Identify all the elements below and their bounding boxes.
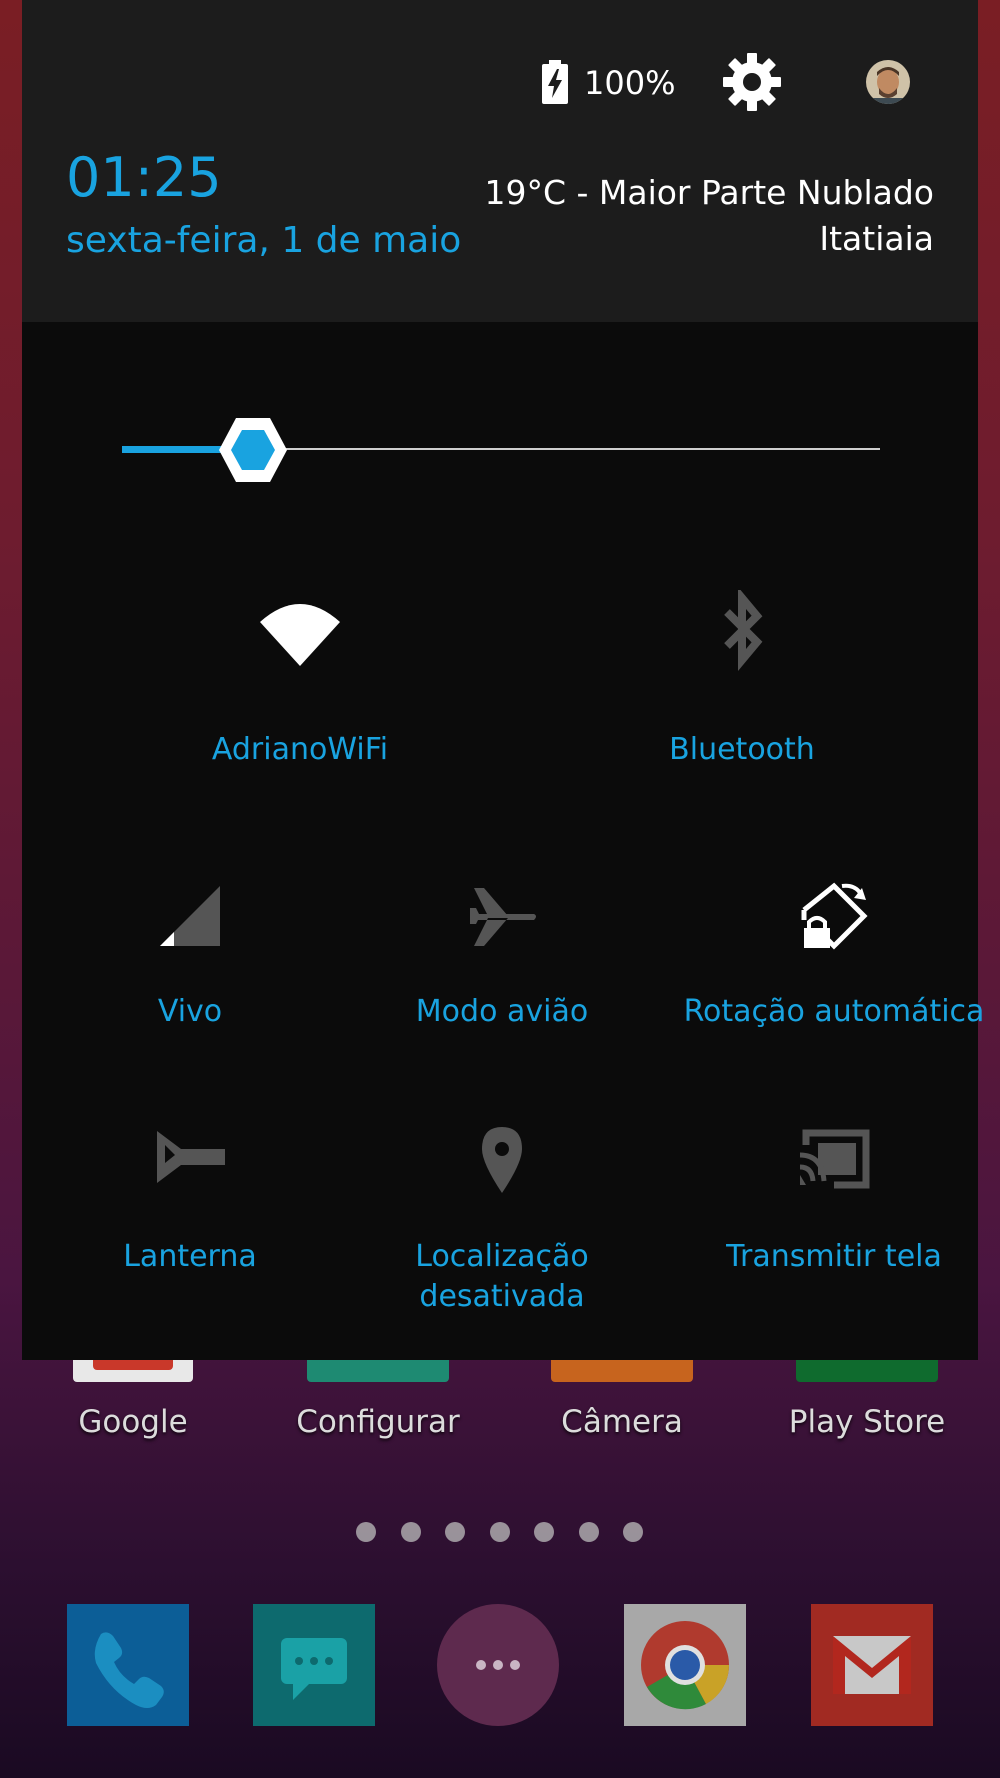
battery-percentage: 100%: [584, 64, 676, 102]
page-dot: [623, 1522, 643, 1542]
bluetooth-icon: [717, 586, 767, 674]
tile-flashlight[interactable]: Lanterna: [40, 1125, 340, 1325]
notification-shade: 100% 01:25 sexta-feira, 1 de maio 19°C -…: [22, 0, 984, 1360]
tile-label: Lanterna: [123, 1239, 257, 1274]
shade-header: 100% 01:25 sexta-feira, 1 de maio 19°C -…: [22, 0, 978, 322]
page-dot: [490, 1522, 510, 1542]
app-drawer-icon[interactable]: [437, 1604, 559, 1726]
clock-date[interactable]: sexta-feira, 1 de maio: [66, 220, 461, 261]
tile-label: Vivo: [157, 994, 223, 1029]
clock-time[interactable]: 01:25: [66, 146, 222, 209]
tile-label: Rotação automática: [683, 994, 985, 1029]
cast-icon: [798, 1129, 870, 1189]
tile-cast-screen[interactable]: Transmitir tela: [674, 1125, 994, 1325]
phone-icon[interactable]: [67, 1604, 189, 1726]
home-app-label: Google: [78, 1404, 188, 1440]
tile-label: Transmitir tela: [726, 1239, 942, 1274]
page-dot: [534, 1522, 554, 1542]
tile-wifi[interactable]: AdrianoWiFi: [70, 590, 530, 790]
page-dot: [445, 1522, 465, 1542]
tile-location[interactable]: Localização desativada: [352, 1125, 652, 1325]
page-dot: [401, 1522, 421, 1542]
tile-auto-rotate[interactable]: Rotação automática: [674, 880, 994, 1040]
tile-label: Bluetooth: [669, 732, 815, 767]
page-dot: [579, 1522, 599, 1542]
rotation-lock-icon: [798, 880, 870, 950]
location-icon: [480, 1125, 524, 1195]
weather-location: Itatiaia: [819, 219, 934, 258]
wifi-icon: [258, 600, 342, 666]
tile-label: Modo avião: [415, 994, 589, 1029]
battery-status: 100%: [540, 58, 700, 108]
tile-cellular[interactable]: Vivo: [40, 880, 340, 1040]
airplane-icon: [466, 884, 538, 948]
chrome-icon[interactable]: [624, 1604, 746, 1726]
dock: [0, 1604, 1000, 1728]
weather-widget[interactable]: 19°C - Maior Parte Nublado Itatiaia: [484, 170, 934, 262]
page-indicator: [0, 1522, 1000, 1546]
page-dot: [356, 1522, 376, 1542]
tile-bluetooth[interactable]: Bluetooth: [512, 586, 972, 790]
battery-charging-icon: [540, 60, 570, 104]
settings-button[interactable]: [722, 52, 782, 112]
tile-airplane-mode[interactable]: Modo avião: [352, 880, 652, 1040]
user-avatar[interactable]: [866, 60, 910, 104]
brightness-slider[interactable]: [122, 417, 902, 483]
home-app-label: Play Store: [788, 1404, 946, 1440]
gmail-icon[interactable]: [811, 1604, 933, 1726]
flashlight-icon: [155, 1129, 225, 1185]
slider-thumb[interactable]: [218, 417, 288, 483]
gear-icon: [723, 53, 781, 111]
cell-signal-icon: [160, 886, 220, 946]
weather-condition: 19°C - Maior Parte Nublado: [484, 173, 934, 212]
tile-label: AdrianoWiFi: [211, 732, 389, 767]
tile-label: Localização desativada: [415, 1239, 589, 1314]
home-app-label: Configurar: [296, 1404, 460, 1440]
home-app-label: Câmera: [561, 1404, 683, 1440]
messages-icon[interactable]: [253, 1604, 375, 1726]
